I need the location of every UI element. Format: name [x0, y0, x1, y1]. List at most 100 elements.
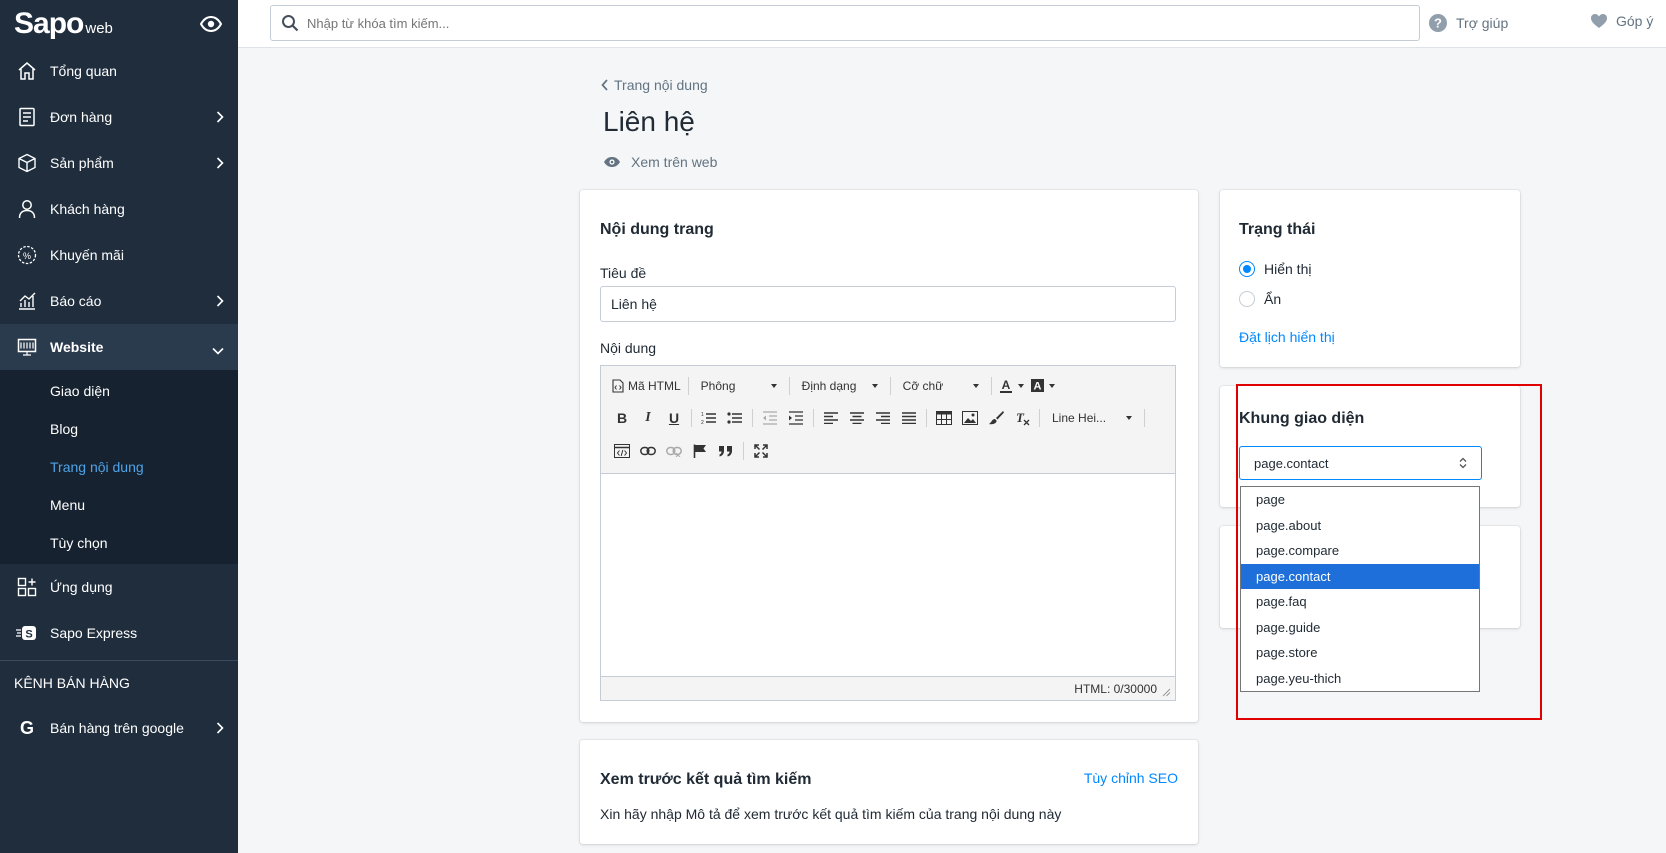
sidebar-item-orders[interactable]: Đơn hàng — [0, 94, 238, 140]
toolbar-separator — [1039, 409, 1040, 427]
background-color-button[interactable]: A — [1027, 373, 1058, 399]
unlink-icon[interactable] — [661, 438, 687, 464]
subnav-item-menu[interactable]: Menu — [0, 486, 238, 524]
html-source-button[interactable]: Mã HTML — [609, 373, 684, 399]
sidebar-item-label: Khách hàng — [50, 201, 125, 217]
italic-button[interactable]: I — [635, 405, 661, 431]
sidebar-item-google[interactable]: G Bán hàng trên google — [0, 705, 238, 751]
ordered-list-icon[interactable]: 12 — [696, 405, 722, 431]
search-box[interactable] — [270, 5, 1420, 41]
resize-handle-icon[interactable] — [1162, 688, 1171, 697]
subnav-item-blog[interactable]: Blog — [0, 410, 238, 448]
content-label: Nội dung — [600, 340, 657, 356]
unordered-list-icon[interactable] — [722, 405, 748, 431]
sidebar-item-label: Khuyến mãi — [50, 247, 124, 263]
svg-text:A: A — [1001, 378, 1010, 392]
font-size-select-label: Cỡ chữ — [902, 379, 944, 393]
toolbar-row-3 — [609, 438, 774, 464]
sidebar-item-customers[interactable]: Khách hàng — [0, 186, 238, 232]
editor-body[interactable] — [601, 474, 1175, 676]
help-link[interactable]: ? Trợ giúp — [1428, 13, 1508, 33]
seo-hint: Xin hãy nhập Mô tả để xem trước kết quả … — [600, 806, 1062, 822]
align-center-icon[interactable] — [844, 405, 870, 431]
align-left-icon[interactable] — [818, 405, 844, 431]
line-height-select[interactable]: Line Hei... — [1044, 405, 1140, 431]
sidebar-item-label: Ứng dụng — [50, 579, 113, 595]
customize-seo-link[interactable]: Tùy chỉnh SEO — [1084, 770, 1178, 786]
code-view-icon[interactable] — [609, 438, 635, 464]
flag-icon[interactable] — [687, 438, 713, 464]
subnav-item-options[interactable]: Tùy chọn — [0, 524, 238, 562]
caret-down-icon — [1126, 416, 1132, 420]
font-size-select[interactable]: Cỡ chữ — [895, 373, 987, 399]
format-select[interactable]: Định dạng — [794, 373, 886, 399]
toolbar-row-2: B I U 12 T Line Hei... — [609, 405, 1149, 431]
view-on-web-link[interactable]: Xem trên web — [603, 154, 717, 170]
sapo-express-icon: S — [16, 622, 38, 644]
schedule-link[interactable]: Đặt lịch hiển thị — [1239, 329, 1335, 345]
toolbar-separator — [926, 409, 927, 427]
search-icon — [281, 14, 299, 32]
view-on-web-label: Xem trên web — [631, 154, 718, 170]
clear-format-icon[interactable]: T — [1009, 405, 1035, 431]
radio-hide[interactable] — [1239, 291, 1255, 307]
link-icon[interactable] — [635, 438, 661, 464]
text-color-button[interactable]: A — [996, 373, 1027, 399]
html-counter: HTML: 0/30000 — [1074, 681, 1157, 696]
sidebar-item-apps[interactable]: Ứng dụng — [0, 564, 238, 610]
caret-down-icon — [1017, 384, 1024, 388]
search-input[interactable] — [307, 15, 1409, 31]
sidebar-item-products[interactable]: Sản phẩm — [0, 140, 238, 186]
radio-show[interactable] — [1239, 261, 1255, 277]
font-select[interactable]: Phông — [693, 373, 785, 399]
outdent-icon[interactable] — [757, 405, 783, 431]
eye-icon — [603, 156, 621, 168]
logo[interactable]: Sapo web — [14, 7, 113, 41]
toolbar-row-1: Mã HTML Phông Định dạng Cỡ chữ A A — [609, 373, 1058, 399]
sidebar-item-label: Đơn hàng — [50, 109, 113, 125]
underline-button[interactable]: U — [661, 405, 687, 431]
status-hide-label: Ẩn — [1264, 291, 1282, 307]
sidebar-item-label: Website — [50, 339, 104, 355]
chart-icon — [16, 290, 38, 312]
topbar: ? Trợ giúp Góp ý — [238, 0, 1666, 48]
svg-text:A: A — [1033, 381, 1041, 393]
title-input[interactable] — [600, 286, 1176, 322]
status-hide-option[interactable]: Ẩn — [1239, 291, 1281, 307]
sidebar-item-overview[interactable]: Tổng quan — [0, 48, 238, 94]
subnav-item-themes[interactable]: Giao diện — [0, 372, 238, 410]
brush-icon[interactable] — [983, 405, 1009, 431]
quote-icon[interactable] — [713, 438, 739, 464]
format-select-label: Định dạng — [801, 379, 857, 393]
sidebar-item-label: Sapo Express — [50, 625, 138, 641]
svg-text:?: ? — [1434, 16, 1442, 31]
breadcrumb[interactable]: Trang nội dung — [601, 77, 708, 93]
fullscreen-icon[interactable] — [748, 438, 774, 464]
image-icon[interactable] — [957, 405, 983, 431]
eye-icon[interactable] — [198, 11, 224, 37]
indent-icon[interactable] — [783, 405, 809, 431]
status-card-title: Trạng thái — [1239, 221, 1316, 238]
rich-text-editor: Mã HTML Phông Định dạng Cỡ chữ A A B I U… — [600, 365, 1176, 701]
caret-down-icon — [871, 384, 878, 388]
subnav-item-pages[interactable]: Trang nội dung — [0, 448, 238, 486]
caret-down-icon — [972, 384, 979, 388]
align-justify-icon[interactable] — [896, 405, 922, 431]
google-icon: G — [16, 717, 38, 739]
sidebar-item-website[interactable]: Website — [0, 324, 238, 370]
sidebar-item-reports[interactable]: Báo cáo — [0, 278, 238, 324]
align-right-icon[interactable] — [870, 405, 896, 431]
sidebar-item-sapo-express[interactable]: S Sapo Express — [0, 610, 238, 656]
svg-text:%: % — [23, 251, 31, 261]
orders-icon — [16, 106, 38, 128]
sidebar-item-promotions[interactable]: % Khuyến mãi — [0, 232, 238, 278]
table-icon[interactable] — [931, 405, 957, 431]
bold-button[interactable]: B — [609, 405, 635, 431]
status-show-option[interactable]: Hiển thị — [1239, 261, 1311, 277]
home-icon — [16, 60, 38, 82]
svg-text:T: T — [1016, 410, 1025, 425]
seo-card: Xem trước kết quả tìm kiếm Tùy chỉnh SEO… — [580, 740, 1198, 844]
feedback-link[interactable]: Góp ý — [1590, 13, 1653, 29]
logo-brand: Sapo — [14, 7, 84, 40]
sidebar: Sapo web Tổng quan Đơn hàng Sản phẩm Khá… — [0, 0, 238, 853]
